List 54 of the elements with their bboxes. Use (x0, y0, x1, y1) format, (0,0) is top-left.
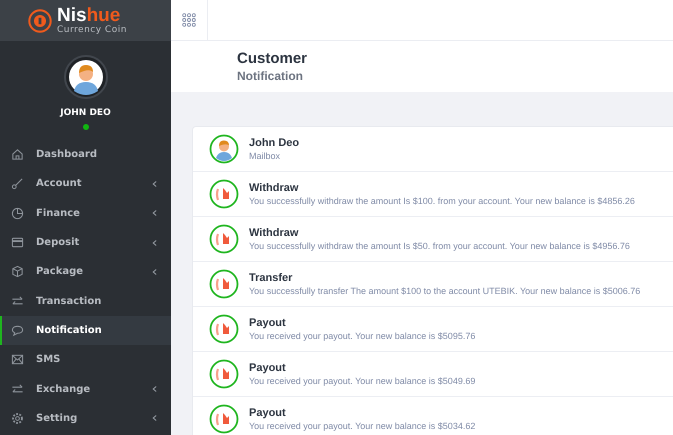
card-icon (11, 236, 24, 250)
brand-tagline: Currency Coin (57, 26, 127, 35)
coin-icon (209, 314, 239, 344)
message-row[interactable]: Payout You received your payout. Your new balance is $5049.69 (193, 352, 673, 397)
notification-text: You successfully transfer The amount $100 to the account UTEBIK. Your new balance is $5006.76 (249, 286, 640, 296)
sidebar-item[interactable]: Setting (0, 404, 171, 433)
notification-text: You successfully withdraw the amount Is $50. from your account. Your new balance is $4956.76 (249, 241, 630, 251)
notification-text: You received your payout. Your new balance is $5034.62 (249, 421, 476, 431)
message-row[interactable]: Withdraw You successfully withdraw the amount Is $50. from your account. Your new balance is $4956.76 (193, 217, 673, 262)
key-icon (11, 177, 24, 190)
sidebar-item[interactable]: Deposit (0, 228, 171, 258)
coin-icon (209, 359, 239, 389)
notification-title: Payout (249, 317, 287, 329)
sidebar-item[interactable]: Package (0, 257, 171, 286)
sidebar-item[interactable]: Dashboard (0, 140, 171, 170)
gear-icon (11, 412, 24, 425)
page-title: Customer (237, 50, 308, 67)
sidebar-item[interactable]: Account (0, 169, 171, 199)
box-icon (11, 265, 24, 278)
message-row[interactable]: Payout You received your payout. Your new balance is $5034.62 (193, 397, 673, 435)
notification-text: You received your payout. Your new balance is $5049.69 (249, 376, 476, 386)
mail-icon (11, 353, 24, 366)
coin-icon (209, 269, 239, 299)
notification-title: Payout (249, 362, 287, 374)
notification-title: John Deo (249, 137, 300, 149)
sidebar-item[interactable]: Transaction (0, 286, 171, 316)
chat-icon (11, 324, 24, 337)
brand-name-accent: hue (86, 5, 120, 26)
notification-text: You successfully withdraw the amount Is $100. from your account. Your new balance is $4856.26 (249, 196, 635, 206)
pie-icon (11, 206, 24, 220)
notification-title: Transfer (249, 272, 294, 284)
message-row[interactable]: John Deo Mailbox (193, 127, 673, 172)
home-icon (11, 148, 24, 162)
person-avatar-icon (209, 134, 239, 164)
message-row[interactable]: Withdraw You successfully withdraw the amount Is $100. from your account. Your new balance is $4856.26 (193, 172, 673, 217)
notification-title: Withdraw (249, 182, 300, 194)
sidebar-item[interactable]: Notification (0, 316, 171, 346)
sidebar-item[interactable]: Exchange (0, 374, 171, 404)
user-name: JOHN DEO (60, 108, 111, 118)
brand-name: Nis (57, 5, 87, 26)
message-row[interactable]: Payout You received your payout. Your new balance is $5095.76 (193, 307, 673, 352)
coin-icon (209, 224, 239, 254)
notification-text: Mailbox (249, 151, 282, 161)
coin-icon (209, 179, 239, 209)
sidebar-item[interactable]: SMS (0, 345, 171, 374)
user-avatar (64, 55, 108, 99)
page-subtitle: Notification (237, 69, 304, 83)
message-row[interactable]: Transfer You successfully transfer The amount $100 to the account UTEBIK. Your new balance is $5006.76 (193, 262, 673, 307)
notification-title: Payout (249, 407, 287, 419)
notification-text: You received your payout. Your new balance is $5095.76 (249, 331, 476, 341)
sidebar-item[interactable]: Finance (0, 198, 171, 228)
notification-title: Withdraw (249, 227, 300, 239)
coin-logo-icon (27, 8, 53, 34)
apps-grid-icon (182, 13, 196, 27)
